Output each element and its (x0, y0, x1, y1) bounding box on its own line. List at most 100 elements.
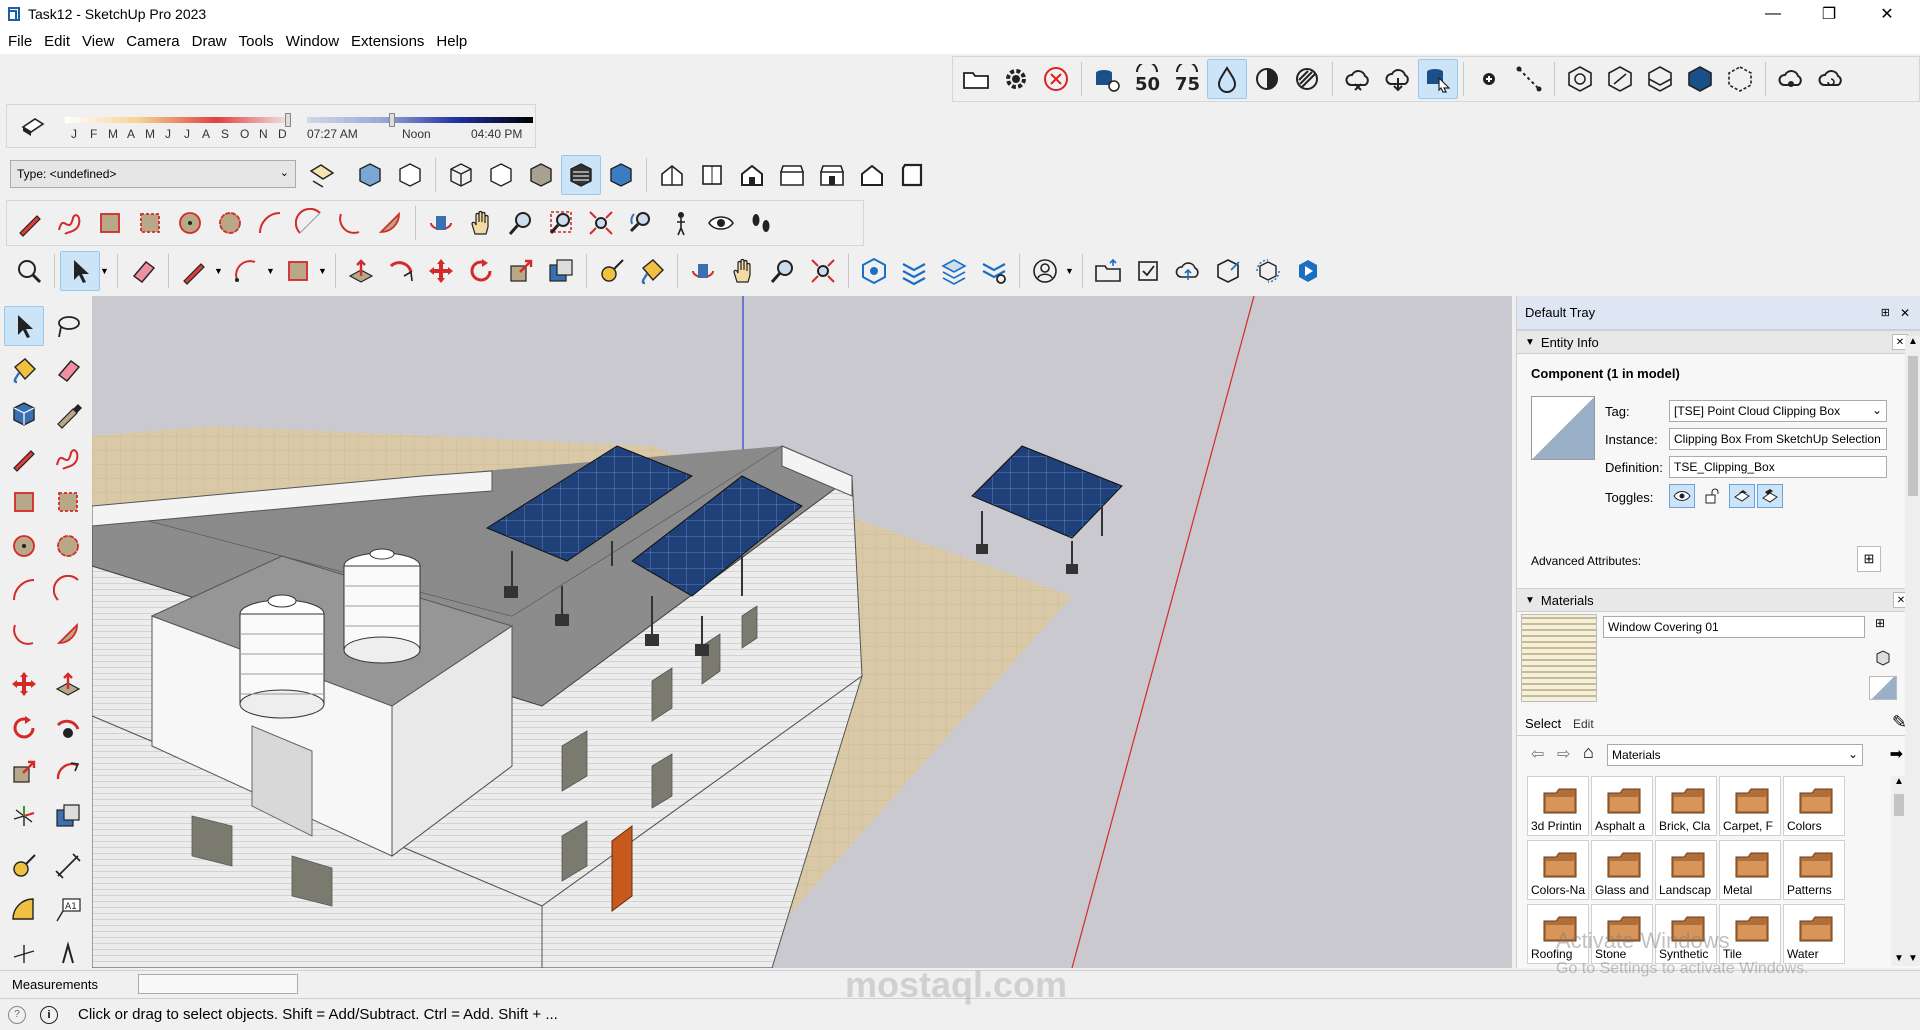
contrast-button[interactable] (1247, 59, 1287, 99)
menu-window[interactable]: Window (282, 33, 347, 50)
scroll-down-icon[interactable]: ▼ (1894, 953, 1904, 964)
sync-cube-button[interactable] (1248, 251, 1288, 291)
cloud-remove-button[interactable] (1338, 59, 1378, 99)
iso-view-button[interactable] (652, 155, 692, 195)
warehouse-button[interactable] (854, 251, 894, 291)
library-dropdown[interactable]: Materials ⌄ (1607, 744, 1863, 766)
material-folder[interactable]: Glass and (1591, 840, 1653, 900)
chevron-down-icon[interactable]: ▼ (214, 266, 226, 276)
line-tool-button[interactable] (1509, 59, 1549, 99)
material-folder[interactable]: Brick, Cla (1655, 776, 1717, 836)
month-slider-track[interactable] (65, 117, 293, 123)
3d-model-scene[interactable] (92, 296, 1512, 968)
pie-button[interactable] (48, 614, 88, 654)
dimension-button[interactable] (48, 846, 88, 886)
menu-tools[interactable]: Tools (235, 33, 282, 50)
layers-button[interactable] (934, 251, 974, 291)
menu-draw[interactable]: Draw (188, 33, 235, 50)
zoom-button[interactable] (501, 203, 541, 243)
type-dropdown[interactable]: Type: <undefined> ⌄ (10, 160, 296, 188)
line-tool-button[interactable] (174, 251, 214, 291)
previous-view-button[interactable] (621, 203, 661, 243)
axes-tool-button[interactable] (4, 930, 44, 970)
point-cloud-select-button[interactable] (1418, 59, 1458, 99)
create-material-button[interactable]: ⊞ (1875, 616, 1893, 638)
lasso-button[interactable] (48, 306, 88, 346)
xray-style-button[interactable] (350, 155, 390, 195)
eraser-button[interactable] (123, 251, 163, 291)
chevron-down-icon[interactable]: ▼ (100, 266, 112, 276)
search-button[interactable] (9, 251, 49, 291)
push-pull-button[interactable] (48, 664, 88, 704)
menu-help[interactable]: Help (432, 33, 475, 50)
three-point-arc-button[interactable] (330, 203, 370, 243)
material-folder[interactable]: Carpet, F (1719, 776, 1781, 836)
three-point-arc-button[interactable] (4, 614, 44, 654)
cloud-refresh-button[interactable] (1811, 59, 1851, 99)
home-icon[interactable]: ⌂ (1583, 742, 1594, 763)
extension-warehouse-button[interactable] (894, 251, 934, 291)
menu-camera[interactable]: Camera (122, 33, 187, 50)
receive-shadows-toggle[interactable] (1729, 484, 1755, 508)
back-edges-button[interactable] (390, 155, 430, 195)
move-button[interactable] (4, 664, 44, 704)
3d-text-button[interactable] (48, 930, 88, 970)
entity-info-header[interactable]: ▼ Entity Info ✕ (1517, 330, 1920, 354)
menu-file[interactable]: File (4, 33, 40, 50)
pin-icon[interactable]: ⊞ (1881, 306, 1890, 319)
tray-scrollbar[interactable]: ▲ ▼ (1905, 336, 1920, 966)
forward-arrow-icon[interactable]: ⇨ (1557, 744, 1570, 764)
material-name-field[interactable]: Window Covering 01 (1603, 616, 1865, 638)
cancel-button[interactable] (1036, 59, 1076, 99)
settings-button[interactable] (996, 59, 1036, 99)
pan-tool-button[interactable] (723, 251, 763, 291)
model-viewport[interactable] (92, 296, 1512, 968)
default-material-swatch[interactable] (1869, 676, 1897, 700)
scale-button[interactable] (4, 752, 44, 792)
scroll-up-icon[interactable]: ▲ (1908, 336, 1918, 347)
position-camera-button[interactable] (661, 203, 701, 243)
material-folder[interactable]: Water (1783, 904, 1845, 964)
advanced-expand-button[interactable]: ⊞ (1857, 546, 1881, 572)
wire-cube-button[interactable] (1720, 59, 1760, 99)
section-cube-button[interactable] (1600, 59, 1640, 99)
geo-location-icon[interactable]: ? (8, 1005, 26, 1024)
shaded-button[interactable] (521, 155, 561, 195)
density-50-button[interactable]: 50 (1127, 59, 1167, 99)
shaded-textures-button[interactable] (561, 155, 601, 195)
paint-bucket-button[interactable] (4, 350, 44, 390)
material-folder[interactable]: Colors (1783, 776, 1845, 836)
offset-button[interactable] (541, 251, 581, 291)
hatch-button[interactable] (1287, 59, 1327, 99)
bottom-view-button[interactable] (892, 155, 932, 195)
zoom-tool-button[interactable] (763, 251, 803, 291)
freehand-button[interactable] (50, 203, 90, 243)
close-tray-icon[interactable]: ✕ (1900, 306, 1910, 320)
point-cloud-view-button[interactable] (1087, 59, 1127, 99)
front-view-button[interactable] (732, 155, 772, 195)
tag-dropdown[interactable]: [TSE] Point Cloud Clipping Box ⌄ (1669, 400, 1887, 422)
right-view-button[interactable] (772, 155, 812, 195)
material-folder[interactable]: Asphalt a (1591, 776, 1653, 836)
eraser-button[interactable] (48, 350, 88, 390)
line-button[interactable] (4, 438, 44, 478)
trimble-connect-button[interactable] (1288, 251, 1328, 291)
scroll-down-icon[interactable]: ▼ (1908, 953, 1918, 964)
zoom-window-button[interactable] (541, 203, 581, 243)
cloud-upload-button[interactable] (1168, 251, 1208, 291)
time-slider-track[interactable] (307, 117, 533, 123)
menu-extensions[interactable]: Extensions (347, 33, 432, 50)
push-pull-button[interactable] (341, 251, 381, 291)
restore-button[interactable]: ❐ (1806, 0, 1852, 28)
materials-header[interactable]: ▼ Materials ✕ (1517, 588, 1920, 612)
rotate-button[interactable] (4, 708, 44, 748)
history-cube-button[interactable] (1560, 59, 1600, 99)
material-folder[interactable]: Metal (1719, 840, 1781, 900)
scrollbar-thumb[interactable] (1908, 356, 1918, 496)
back-arrow-icon[interactable]: ⇦ (1531, 744, 1544, 764)
view-cube-button[interactable] (1640, 59, 1680, 99)
menu-edit[interactable]: Edit (40, 33, 78, 50)
shadow-toggle-button[interactable] (13, 107, 53, 145)
select-button[interactable] (4, 306, 44, 346)
tab-select[interactable]: Select (1525, 716, 1561, 731)
